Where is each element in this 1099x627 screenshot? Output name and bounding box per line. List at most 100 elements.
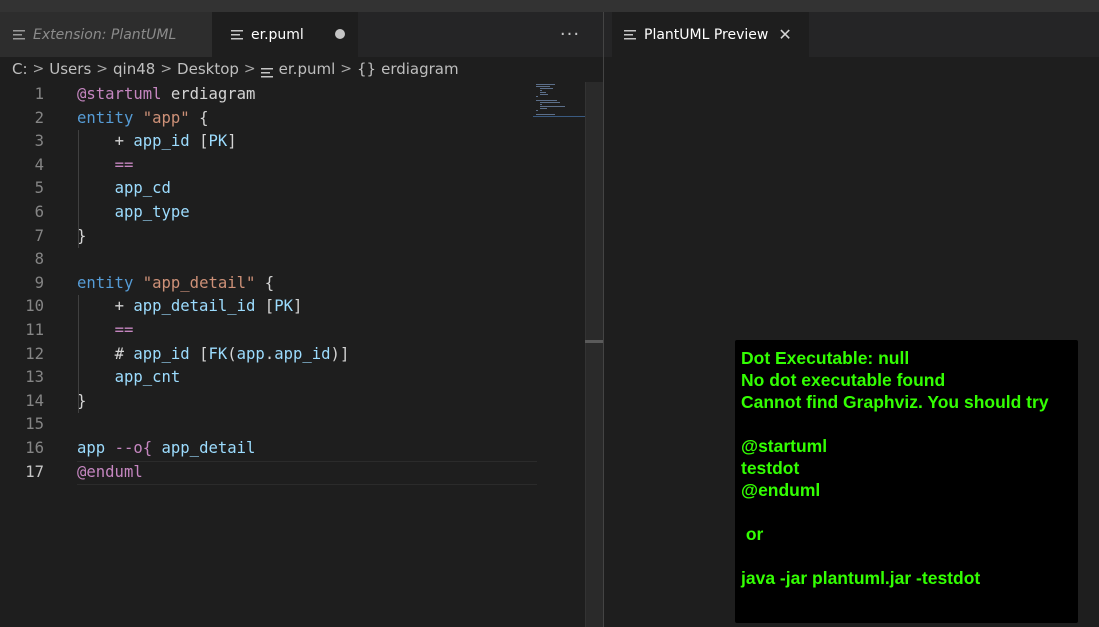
tab-plantuml-preview[interactable]: PlantUML Preview ✕ — [612, 12, 809, 57]
tab-er-puml[interactable]: er.puml — [212, 12, 358, 57]
code-line[interactable]: 8 — [0, 248, 585, 272]
graphviz-error-message: Dot Executable: null No dot executable fo… — [735, 340, 1078, 623]
braces-icon: {} — [357, 60, 377, 78]
code-line[interactable]: 6 app_type — [0, 201, 585, 225]
code-line[interactable]: 3 + app_id [PK] — [0, 130, 585, 154]
tab-extension-plantuml[interactable]: Extension: PlantUML — [0, 12, 212, 57]
breadcrumb-label: Desktop — [177, 60, 239, 78]
line-number: 13 — [25, 368, 44, 387]
breadcrumb-item[interactable]: {} erdiagram — [357, 60, 459, 78]
error-line: Dot Executable: null — [741, 348, 910, 368]
breadcrumb-item[interactable]: qin48 — [113, 60, 155, 78]
code-line[interactable]: 10 + app_detail_id [PK] — [0, 295, 585, 319]
code-text: # app_id [FK(app.app_id)] — [114, 344, 350, 363]
minimap-line — [540, 106, 565, 107]
minimap-line — [540, 88, 553, 89]
current-line-highlight — [77, 460, 537, 485]
code-text: @startuml erdiagram — [77, 85, 256, 103]
file-lines-icon — [624, 29, 636, 40]
line-number: 12 — [25, 344, 44, 363]
line-number: 6 — [34, 203, 44, 221]
line-number: 14 — [25, 391, 44, 410]
breadcrumb-item[interactable]: C: — [12, 60, 28, 78]
close-icon[interactable]: ✕ — [778, 25, 791, 44]
code-line[interactable]: 15 — [0, 413, 585, 437]
code-line[interactable]: 9 entity "app_detail" { — [0, 272, 585, 296]
minimap-slider[interactable] — [533, 116, 585, 117]
tab-label: Extension: PlantUML — [33, 26, 177, 43]
code-line[interactable]: 7} — [0, 225, 585, 249]
code-line[interactable]: 1 @startuml erdiagram — [0, 83, 585, 107]
code-line[interactable]: 17 @enduml — [0, 460, 585, 485]
breadcrumb-separator: > — [160, 61, 173, 77]
vertical-scrollbar[interactable] — [585, 82, 603, 627]
minimap-line — [540, 94, 548, 95]
code-text: app_cnt — [114, 368, 181, 387]
minimap-line — [536, 86, 550, 87]
code-text: app --o{ app_detail — [77, 439, 256, 457]
breadcrumb-separator: > — [32, 61, 45, 77]
scrollbar-thumb[interactable] — [585, 340, 603, 343]
code-line[interactable]: 13 app_cnt — [0, 366, 585, 390]
unsaved-dot-icon[interactable] — [335, 29, 345, 39]
error-line: Cannot find Graphviz. You should try — [741, 392, 1049, 412]
breadcrumb-item[interactable]: er.puml — [260, 60, 336, 78]
minimap-line — [540, 104, 542, 105]
breadcrumb: C: > Users > qin48 > Desktop > er.puml >{} erdiagr… — [0, 57, 603, 81]
code-text: @enduml — [77, 462, 143, 481]
code-line[interactable]: 12 # app_id [FK(app.app_id)] — [0, 343, 585, 367]
error-line — [741, 501, 1072, 523]
breadcrumb-separator: > — [340, 61, 352, 77]
error-line: @startuml — [741, 436, 828, 456]
code-text: app_type — [114, 203, 190, 221]
left-tab-bar: Extension: PlantUML er.puml — [0, 12, 603, 57]
file-lines-icon — [13, 29, 25, 40]
code-text: == — [114, 155, 134, 174]
code-text: + app_detail_id [PK] — [114, 297, 303, 316]
title-bar-strip — [0, 0, 1099, 12]
minimap-line — [540, 102, 560, 103]
file-lines-icon — [260, 64, 273, 78]
code-line[interactable]: 2 entity "app" { — [0, 107, 585, 131]
code-text: entity "app" { — [77, 108, 209, 127]
code-text: + app_id [PK] — [114, 132, 237, 151]
code-line[interactable]: 16 app --o{ app_detail — [0, 437, 585, 461]
minimap-line — [540, 108, 547, 109]
breadcrumb-item[interactable]: Desktop — [177, 60, 239, 78]
code-text: app_cd — [114, 179, 171, 198]
error-line: testdot — [741, 458, 800, 478]
tab-label: er.puml — [251, 26, 304, 43]
error-line: java -jar plantuml.jar -testdot — [741, 568, 981, 588]
code-line[interactable]: 5 app_cd — [0, 177, 585, 201]
breadcrumb-label: er.puml — [278, 60, 336, 78]
code-line[interactable]: 14} — [0, 390, 585, 414]
more-actions-button[interactable]: ··· — [558, 12, 582, 57]
breadcrumb-item[interactable]: Users — [49, 60, 91, 78]
line-number: 5 — [34, 179, 44, 198]
code-text: == — [114, 321, 134, 339]
indent-guide — [78, 130, 79, 249]
code-text: entity "app_detail" { — [77, 273, 275, 292]
breadcrumb-separator: > — [243, 61, 256, 77]
line-number: 17 — [25, 462, 44, 481]
breadcrumb-separator: > — [96, 61, 109, 77]
line-number: 8 — [34, 250, 44, 269]
error-line: @enduml — [741, 480, 821, 500]
minimap-line — [536, 100, 557, 101]
tab-label: PlantUML Preview — [644, 26, 769, 43]
line-number: 9 — [34, 273, 44, 292]
code-editor[interactable]: 1 @startuml erdiagram 2 entity "app" { 3 + a… — [0, 82, 585, 627]
code-line[interactable]: 11 == — [0, 319, 585, 343]
code-line[interactable]: 4 == — [0, 154, 585, 178]
line-number: 11 — [25, 321, 44, 339]
line-number: 1 — [34, 85, 44, 103]
editor-group-divider[interactable] — [603, 12, 604, 627]
error-line: No dot executable found — [741, 370, 946, 390]
minimap-line — [536, 96, 538, 97]
indent-guide — [78, 295, 79, 414]
minimap-line — [536, 114, 555, 115]
minimap-line — [536, 84, 555, 85]
line-number: 2 — [34, 108, 44, 127]
line-number: 3 — [34, 132, 44, 151]
line-number: 7 — [34, 226, 44, 245]
